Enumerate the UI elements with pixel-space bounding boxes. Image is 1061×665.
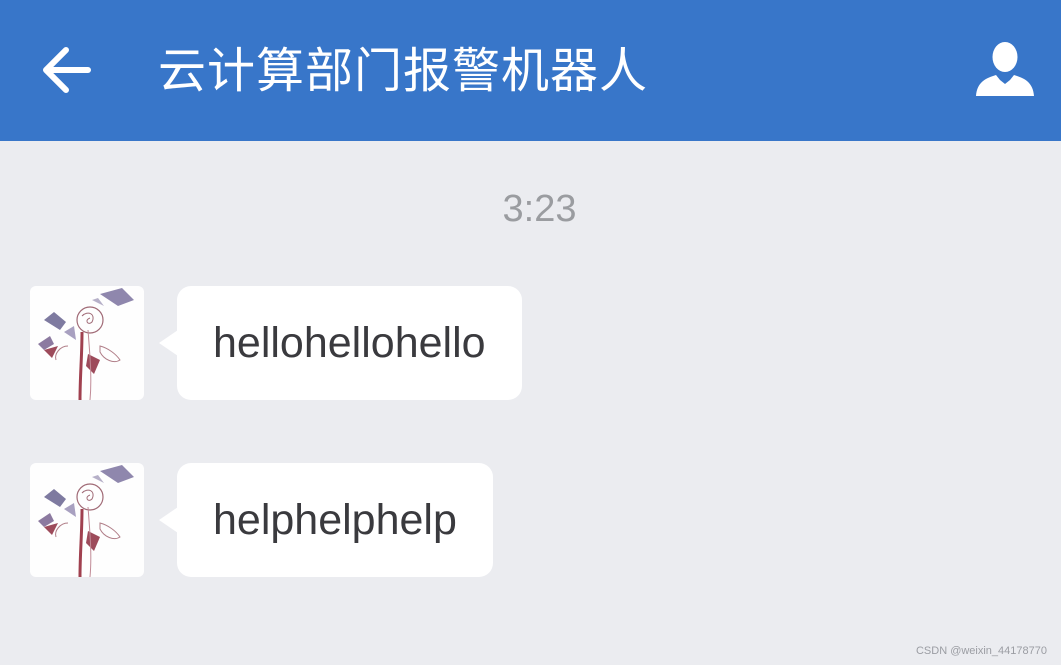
watermark-text: CSDN @weixin_44178770: [915, 645, 1047, 657]
arrow-left-icon: [43, 47, 91, 93]
message-bubble[interactable]: hellohellohello: [159, 286, 522, 400]
sender-avatar[interactable]: [30, 463, 144, 577]
message-timestamp: 3:23: [502, 188, 577, 230]
person-icon: [976, 42, 1034, 96]
message-bubble[interactable]: helphelphelp: [159, 463, 493, 577]
top-bar: 云计算部门报警机器人: [0, 0, 1061, 141]
rose-drawing-avatar: [38, 288, 134, 400]
sender-avatar[interactable]: [30, 286, 144, 400]
page-title: 云计算部门报警机器人: [158, 43, 649, 99]
rose-drawing-avatar: [38, 465, 134, 577]
back-button[interactable]: [36, 40, 96, 100]
profile-button[interactable]: [970, 36, 1040, 102]
